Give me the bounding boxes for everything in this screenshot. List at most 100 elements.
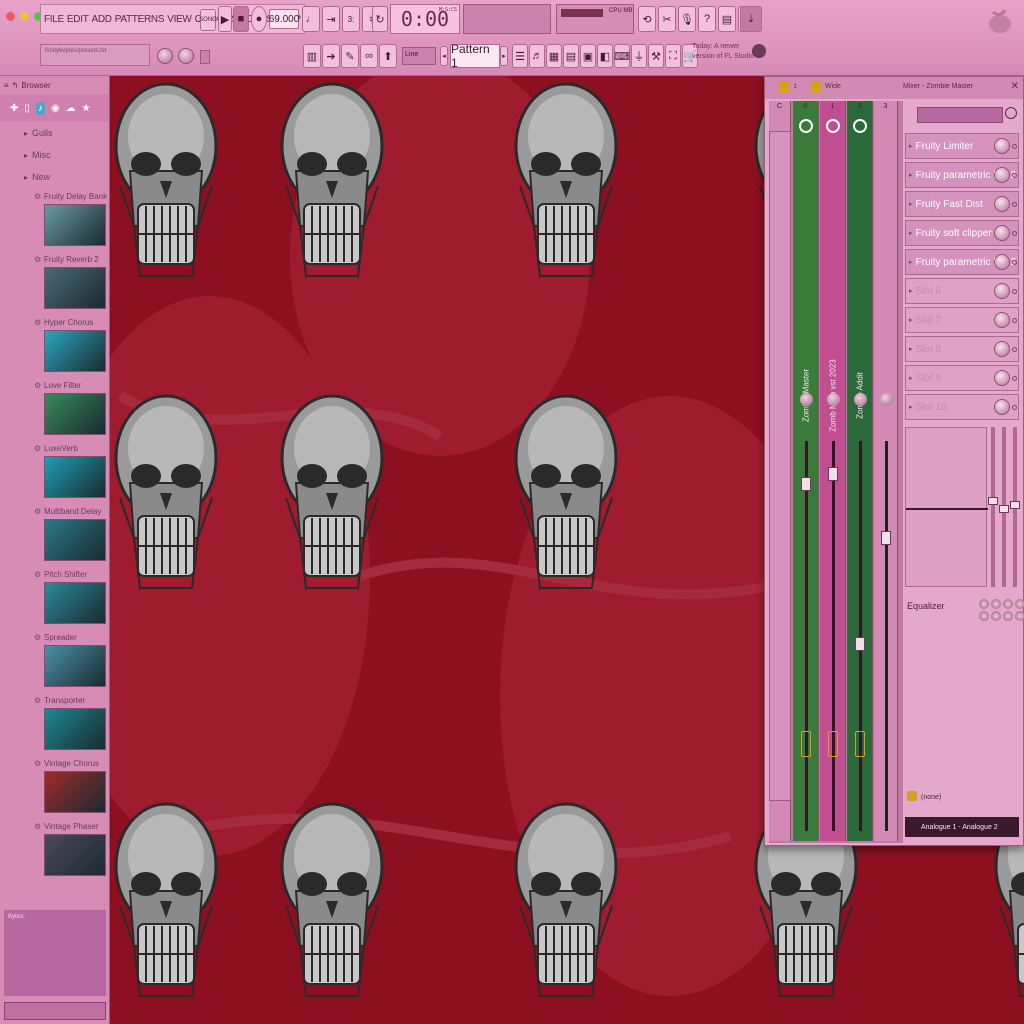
browser-folder[interactable]: Misc [0, 144, 109, 166]
eq-mid-handle[interactable] [999, 505, 1009, 513]
strip-link-icon[interactable] [852, 119, 867, 133]
menu-item-view[interactable]: VIEW [167, 14, 192, 25]
eq-knob[interactable] [991, 611, 1001, 621]
undo-button[interactable]: ⟲ [638, 6, 656, 32]
strip-pan-knob[interactable] [879, 393, 893, 406]
fx-slot-enable[interactable] [1012, 231, 1017, 236]
strip-pan-knob[interactable] [799, 393, 813, 406]
fx-slot-mix-knob[interactable] [994, 196, 1010, 212]
render-button[interactable]: ▤ [718, 6, 736, 32]
browser-plugin-item[interactable]: ⚙ Vintage Phaser [0, 818, 109, 881]
strip-route-icon[interactable] [800, 731, 811, 757]
menu-item-edit[interactable]: EDIT [67, 14, 89, 25]
mixer-strip[interactable]: 3 [874, 101, 898, 841]
strip-pan-knob[interactable] [853, 393, 867, 406]
strip-fader[interactable] [827, 467, 838, 481]
mixer-header[interactable]: ↕ Wide Mixer - Zombie Master ✕ [765, 77, 1023, 99]
fx-slot-enable[interactable] [1012, 202, 1017, 207]
eq-knob[interactable] [1015, 611, 1024, 621]
countdown-button[interactable]: 3: [342, 6, 360, 32]
menu-item-file[interactable]: FILE [44, 14, 64, 25]
metronome-button[interactable]: ♩ [302, 6, 320, 32]
record-button[interactable]: ● [251, 6, 267, 32]
play-button[interactable]: ▶ [218, 6, 232, 32]
song-mode-toggle[interactable]: SONG [199, 9, 217, 31]
fx-slot[interactable]: Fruity parametric EQ 2 [905, 162, 1019, 188]
browser-plugin-item[interactable]: ⚙ Love Filter [0, 377, 109, 440]
fx-slot[interactable]: Slot 10 [905, 394, 1019, 420]
mixer-arrow-icon[interactable]: ↕ [793, 81, 797, 90]
fx-slot-mix-knob[interactable] [994, 312, 1010, 328]
browser-plugin-item[interactable]: ⚙ Fruity Reverb 2 [0, 251, 109, 314]
fx-slot-enable[interactable] [1012, 144, 1017, 149]
wait-input-button[interactable]: ⇥ [322, 6, 340, 32]
browser-plugin-item[interactable]: ⚙ LuxeVerb [0, 440, 109, 503]
browser-plugin-item[interactable]: ⚙ Fruity Delay Bank [0, 188, 109, 251]
fx-slot-enable[interactable] [1012, 405, 1017, 410]
fx-slot-enable[interactable] [1012, 376, 1017, 381]
mixer-strip[interactable]: 0Zombie Master [793, 101, 819, 841]
output-route-selector[interactable]: Analogue 1 - Analogue 2 [905, 817, 1019, 837]
fx-slot-mix-knob[interactable] [994, 283, 1010, 299]
mixer-strip[interactable]: C [769, 101, 791, 841]
snap-mode-select[interactable]: Line [402, 47, 436, 65]
minimize-window-button[interactable] [20, 12, 29, 21]
strip-route-icon[interactable] [854, 731, 865, 757]
mixer-button[interactable]: ▦ [546, 44, 562, 68]
stamp-button[interactable]: ⬆ [379, 44, 397, 68]
fx-slot-mix-knob[interactable] [994, 225, 1010, 241]
eq-graph[interactable] [905, 427, 988, 587]
browser-plugin-item[interactable]: ⚙ Hyper Chorus [0, 314, 109, 377]
mixer-menu-icon[interactable] [779, 81, 789, 93]
strip-fader[interactable] [800, 477, 811, 491]
fx-slot-mix-knob[interactable] [994, 167, 1010, 183]
fx-slot-mix-knob[interactable] [994, 138, 1010, 154]
star-icon[interactable]: ★ [82, 103, 91, 114]
fx-slot-mix-knob[interactable] [994, 254, 1010, 270]
browser-plugin-item[interactable]: ⚙ Transporter [0, 692, 109, 755]
menu-item-add[interactable]: ADD [92, 14, 113, 25]
tempo-display[interactable]: 69.000 [269, 9, 299, 29]
strip-pan-knob[interactable] [826, 393, 840, 406]
link-button[interactable]: ∞ [360, 44, 378, 68]
fx-slot[interactable]: Slot 7 [905, 307, 1019, 333]
news-panel[interactable]: Today: A newer version of FL Studio i... [690, 42, 766, 70]
fx-slot[interactable]: Fruity Fast Dist [905, 191, 1019, 217]
browser-folder[interactable]: Gulls [0, 122, 109, 144]
fx-slot-enable[interactable] [1012, 347, 1017, 352]
fx-slot[interactable]: Slot 8 [905, 336, 1019, 362]
touch-keyboard-button[interactable]: ⌨ [614, 44, 630, 68]
eq-knob[interactable] [1015, 599, 1024, 609]
browser-button[interactable]: ▣ [580, 44, 596, 68]
midi-button[interactable]: ⏚ [631, 44, 647, 68]
piano-roll-view-button[interactable]: ▤ [563, 44, 579, 68]
channel-rack-button[interactable]: ♬ [529, 44, 545, 68]
strip-fader[interactable] [880, 531, 891, 545]
eq-knob[interactable] [979, 599, 989, 609]
fx-slot[interactable]: Slot 9 [905, 365, 1019, 391]
strip-fader[interactable] [854, 637, 865, 651]
eq-band-low[interactable] [988, 427, 998, 587]
fx-slot[interactable]: Slot 6 [905, 278, 1019, 304]
fx-preset-selector[interactable] [917, 107, 1003, 123]
fx-slot-enable[interactable] [1012, 318, 1017, 323]
eq-high-handle[interactable] [1010, 501, 1020, 509]
output-none-selector[interactable]: (none) [905, 787, 1019, 807]
cloud-icon[interactable]: ☁ [66, 103, 76, 114]
strip-link-icon[interactable] [825, 119, 840, 133]
fx-slot-enable[interactable] [1012, 260, 1017, 265]
file-icon[interactable]: ▯ [24, 103, 30, 114]
fx-slot-mix-knob[interactable] [994, 399, 1010, 415]
download-button[interactable]: ⤓ [740, 6, 762, 32]
eq-knob[interactable] [979, 611, 989, 621]
menu-item-patterns[interactable]: PATTERNS [115, 14, 165, 25]
plugin-database-button[interactable]: ◧ [597, 44, 613, 68]
fx-slot-mix-knob[interactable] [994, 341, 1010, 357]
draw-tool-button[interactable]: ✎ [341, 44, 359, 68]
strip-link-icon[interactable] [798, 119, 813, 133]
pattern-next-button[interactable]: ▸ [500, 46, 508, 66]
playlist-button[interactable]: ☰ [512, 44, 528, 68]
strip-route-icon[interactable] [827, 731, 838, 757]
eq-knob[interactable] [1003, 599, 1013, 609]
pitch-slider[interactable] [200, 50, 210, 64]
